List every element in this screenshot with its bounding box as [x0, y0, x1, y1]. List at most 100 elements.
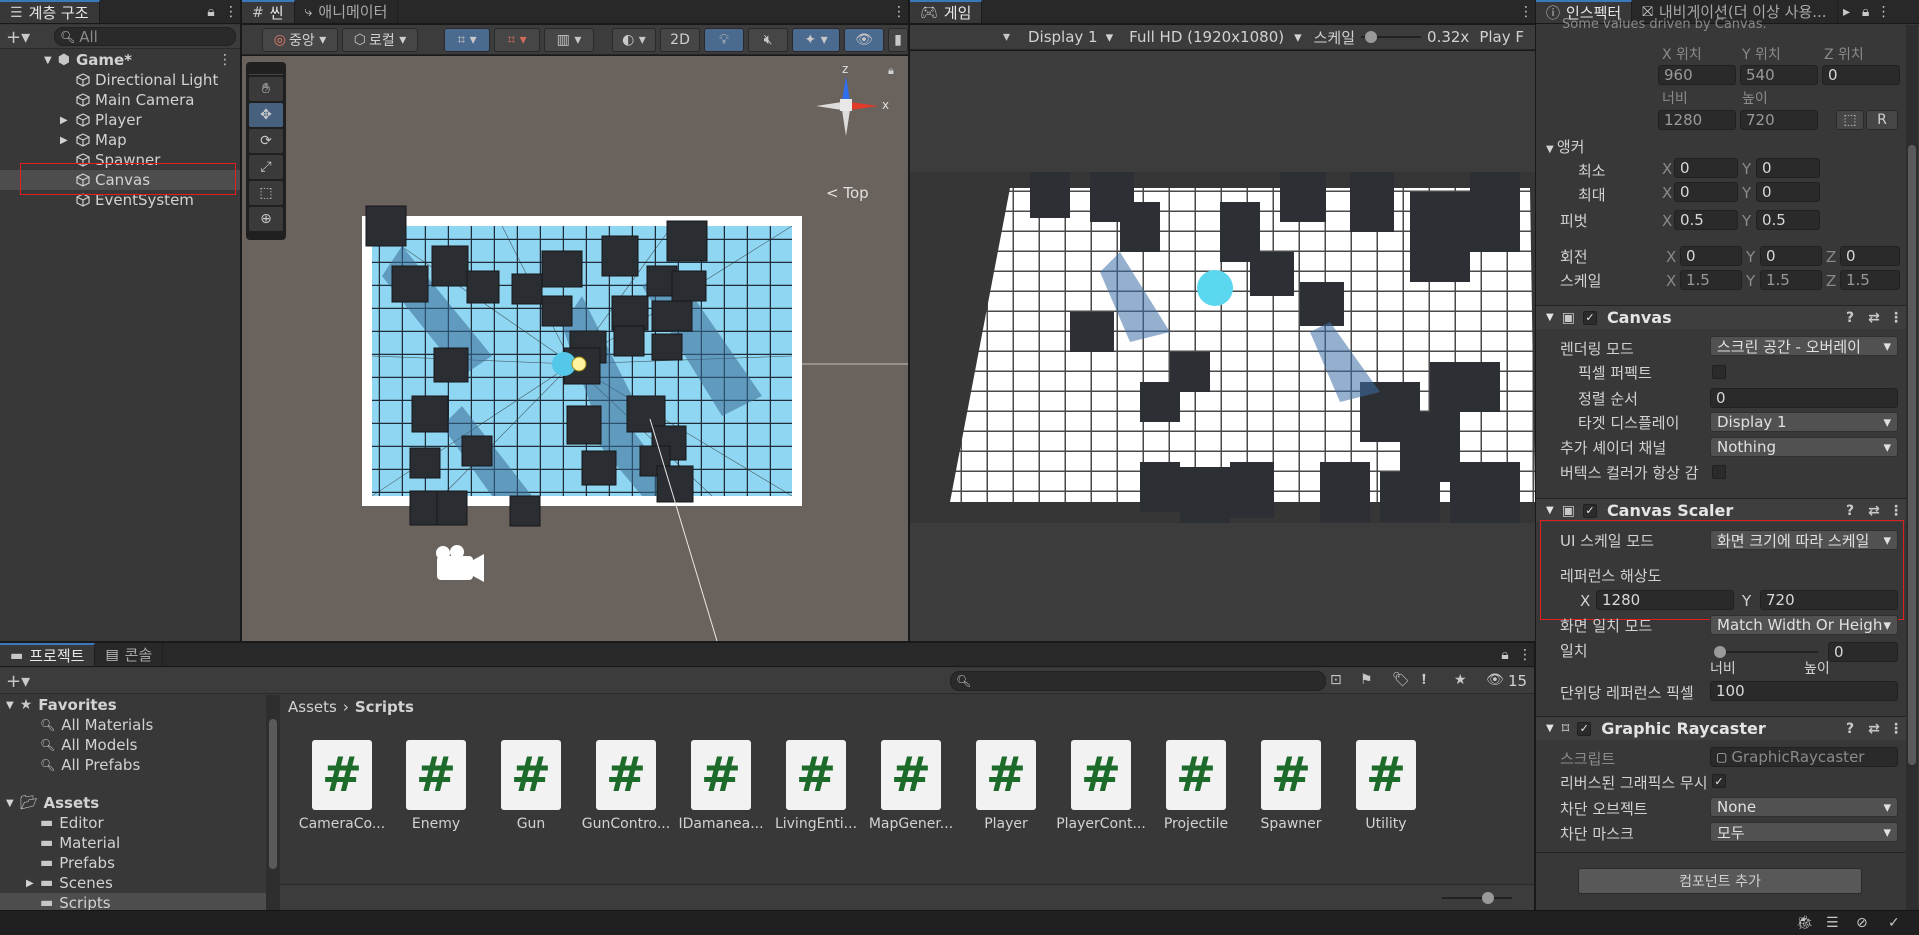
- expand-arrow-icon[interactable]: ▶: [60, 115, 76, 126]
- hierarchy-item[interactable]: ▶ Player: [0, 110, 240, 130]
- assets-item[interactable]: ▼ 📂︎ Assets: [0, 793, 268, 813]
- anchor-max-y-field[interactable]: 0: [1756, 182, 1820, 202]
- anchor-min-y-field[interactable]: 0: [1756, 158, 1820, 178]
- blocking-objects-dropdown[interactable]: None ▾: [1710, 797, 1898, 817]
- ignore-reversed-checkbox[interactable]: ✓: [1712, 774, 1726, 788]
- warning-filter-icon[interactable]: ❗︎: [1422, 672, 1426, 688]
- favorite-item[interactable]: 🔍︎ All Models: [0, 735, 268, 755]
- search-by-tag-icon[interactable]: 🏷︎: [1392, 672, 1410, 688]
- favorite-item[interactable]: 🔍︎ All Prefabs: [0, 755, 268, 775]
- match-value-field[interactable]: 0: [1828, 642, 1898, 662]
- folder-item-selected[interactable]: ▬ Scripts: [0, 893, 268, 910]
- tab-hierarchy[interactable]: ☰ 계층 구조: [0, 0, 100, 23]
- hidden-objects-toggle[interactable]: 👁︎: [844, 28, 884, 52]
- render-mode-dropdown[interactable]: 스크린 공간 - 오버레이 ▾: [1710, 336, 1898, 356]
- script-asset[interactable]: # CameraCo...: [299, 740, 385, 832]
- component-more-icon[interactable]: ⋮: [1886, 721, 1906, 737]
- scene-viewport[interactable]: ✋︎ ✥ ⟳ ⤢ ⬚ ⊕ z x 🔒︎ < Top: [242, 56, 908, 641]
- pos-y-field[interactable]: 540: [1740, 65, 1818, 85]
- audio-toggle[interactable]: 🔇︎: [748, 28, 788, 52]
- sort-order-field[interactable]: 0: [1710, 388, 1898, 408]
- hierarchy-item[interactable]: ▶ Map: [0, 130, 240, 150]
- pixel-perfect-checkbox[interactable]: [1712, 365, 1726, 379]
- play-focused-dropdown[interactable]: Play F: [1469, 28, 1524, 46]
- folder-tree-scrollbar-track[interactable]: [266, 695, 280, 910]
- lock-icon[interactable]: 🔒︎: [200, 0, 222, 23]
- expand-arrow-icon[interactable]: ▶: [60, 135, 76, 146]
- breadcrumb-assets[interactable]: Assets: [288, 698, 337, 716]
- project-more-icon[interactable]: ⋮: [1516, 643, 1534, 666]
- preset-icon[interactable]: ⇄: [1862, 310, 1886, 326]
- icon-size-slider[interactable]: [1442, 892, 1512, 904]
- icon-size-slider-thumb[interactable]: [1482, 892, 1494, 904]
- create-asset-icon[interactable]: +▾: [6, 671, 30, 692]
- help-icon[interactable]: ?: [1838, 503, 1862, 519]
- script-asset[interactable]: # LivingEnti...: [775, 740, 857, 832]
- reference-ppu-field[interactable]: 100: [1710, 681, 1898, 701]
- pivot-dropdown[interactable]: ◎ 중앙 ▾: [262, 28, 338, 52]
- favorite-item[interactable]: 🔍︎ All Materials: [0, 715, 268, 735]
- folder-item[interactable]: ▶ ▬ Scenes: [0, 873, 268, 893]
- rect-tool-icon[interactable]: ⬚: [249, 181, 283, 205]
- canvas-enabled-checkbox[interactable]: ✓: [1582, 310, 1597, 325]
- effects-toggle[interactable]: ✦ ▾: [792, 28, 840, 52]
- scale-z-field[interactable]: 1.5: [1840, 270, 1900, 290]
- folder-item[interactable]: ▬ Material: [0, 833, 268, 853]
- canvas-component-header[interactable]: ▼ ▣ ✓ Canvas ? ⇄ ⋮: [1536, 305, 1906, 329]
- scale-y-field[interactable]: 1.5: [1760, 270, 1822, 290]
- tab-project[interactable]: ▬ 프로젝트: [0, 643, 96, 666]
- debug-icon[interactable]: 🐞︎: [1796, 915, 1814, 931]
- rotation-y-field[interactable]: 0: [1760, 246, 1822, 266]
- gizmo-view-label[interactable]: < Top: [826, 184, 869, 202]
- script-asset[interactable]: # Projectile: [1164, 740, 1228, 832]
- space-dropdown[interactable]: ⬡ 로컬 ▾: [342, 28, 418, 52]
- add-component-button[interactable]: 컴포넌트 추가: [1578, 868, 1862, 894]
- breadcrumb-scripts[interactable]: Scripts: [355, 698, 414, 716]
- rotation-x-field[interactable]: 0: [1680, 246, 1742, 266]
- script-asset[interactable]: # Player: [976, 740, 1036, 832]
- game-view-dropdown[interactable]: ▾: [910, 29, 1020, 45]
- blueprint-mode-button[interactable]: ⬚: [1836, 110, 1864, 130]
- script-asset[interactable]: # GunContro...: [582, 740, 670, 832]
- game-viewport[interactable]: [910, 51, 1535, 641]
- inspector-scrollbar[interactable]: [1906, 25, 1918, 910]
- script-asset[interactable]: # IDamanea...: [678, 740, 764, 832]
- vertex-color-checkbox[interactable]: [1712, 465, 1726, 479]
- tab-console[interactable]: ▤ 콘솔: [95, 643, 164, 666]
- layers-icon[interactable]: ☰: [1826, 915, 1839, 931]
- hand-tool-icon[interactable]: ✋︎: [249, 77, 283, 101]
- target-display-dropdown[interactable]: Display 1 ▾: [1710, 412, 1898, 432]
- pivot-y-field[interactable]: 0.5: [1756, 210, 1820, 230]
- pivot-x-field[interactable]: 0.5: [1674, 210, 1738, 230]
- more-menu-icon[interactable]: ⋮: [222, 0, 240, 23]
- scene-more-icon[interactable]: ⋮: [890, 0, 908, 23]
- match-slider-thumb[interactable]: [1714, 646, 1726, 658]
- help-icon[interactable]: ?: [1838, 310, 1862, 326]
- network-off-icon[interactable]: ⊘: [1856, 915, 1868, 931]
- grid-visibility-button[interactable]: ▥ ▾: [544, 28, 594, 52]
- component-more-icon[interactable]: ⋮: [1886, 503, 1906, 519]
- tab-game[interactable]: 🎮︎ 게임: [910, 0, 983, 23]
- camera-settings-button[interactable]: ▮: [888, 28, 908, 52]
- graphic-raycaster-header[interactable]: ▼ ⌑ ✓ Graphic Raycaster ? ⇄ ⋮: [1536, 716, 1906, 740]
- width-field[interactable]: 1280: [1658, 110, 1736, 130]
- mode-2d-button[interactable]: 2D: [660, 28, 700, 52]
- lock-icon[interactable]: 🔒︎: [1856, 0, 1876, 23]
- hierarchy-item[interactable]: Main Camera: [0, 90, 240, 110]
- rotate-tool-icon[interactable]: ⟳: [249, 129, 283, 153]
- resolution-dropdown[interactable]: Full HD (1920x1080) ▾: [1121, 28, 1309, 46]
- scale-tool-icon[interactable]: ⤢: [249, 155, 283, 179]
- anchor-min-x-field[interactable]: 0: [1674, 158, 1738, 178]
- favorite-star-icon[interactable]: ★: [1454, 672, 1467, 688]
- raw-edit-button[interactable]: R: [1866, 110, 1898, 130]
- move-tool-icon[interactable]: ✥: [249, 103, 283, 127]
- script-asset[interactable]: # PlayerCont...: [1056, 740, 1146, 832]
- tab-scroll-right-icon[interactable]: ▸: [1838, 0, 1856, 23]
- scene-root[interactable]: ▼ ⬢ Game* ⋮: [0, 50, 240, 70]
- lock-icon[interactable]: 🔒︎: [1494, 643, 1516, 666]
- height-field[interactable]: 720: [1740, 110, 1818, 130]
- anchor-max-x-field[interactable]: 0: [1674, 182, 1738, 202]
- snap-grid-button[interactable]: ⌗ ▾: [444, 28, 490, 52]
- add-icon[interactable]: +▾: [6, 27, 30, 48]
- rotation-z-field[interactable]: 0: [1840, 246, 1900, 266]
